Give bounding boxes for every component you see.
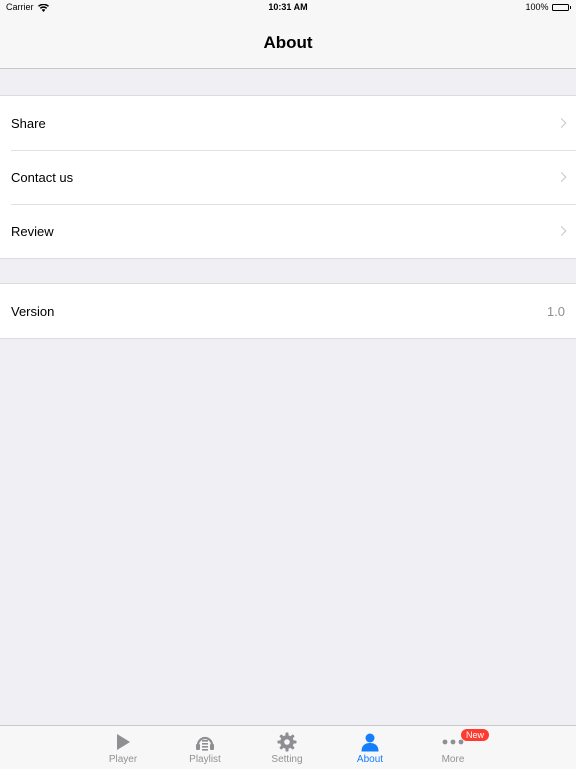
gear-icon [252, 732, 322, 752]
contact-us-label: Contact us [11, 169, 74, 185]
playlist-icon [170, 732, 240, 752]
chevron-right-icon [556, 226, 567, 236]
chevron-right-icon [556, 172, 567, 182]
version-value: 1.0 [546, 303, 565, 319]
navigation-bar: About [0, 15, 576, 69]
version-row: Version 1.0 [0, 284, 576, 338]
play-icon [88, 732, 158, 752]
version-label: Version [11, 303, 55, 319]
tab-player-label: Player [108, 754, 138, 765]
tab-more-label: More [441, 754, 465, 765]
tab-more[interactable]: New More [418, 726, 490, 769]
tab-setting-label: Setting [271, 754, 303, 765]
new-badge: New [461, 729, 490, 741]
status-bar: Carrier 10:31 AM 100% [0, 0, 576, 15]
battery-icon [551, 4, 571, 11]
status-right: 100% [525, 0, 571, 15]
tab-playlist-label: Playlist [189, 754, 221, 765]
page-title: About [263, 33, 313, 52]
tab-playlist[interactable]: Playlist [170, 726, 240, 769]
tab-about[interactable]: About [335, 726, 405, 769]
contact-us-row[interactable]: Contact us [0, 150, 576, 204]
review-row[interactable]: Review [0, 204, 576, 258]
tab-player[interactable]: Player [88, 726, 158, 769]
tab-setting[interactable]: Setting [252, 726, 322, 769]
table-section-info: Version 1.0 [0, 283, 576, 339]
tab-bar: Player Playlist Setting About New More [0, 725, 576, 769]
status-time: 10:31 AM [268, 2, 308, 12]
share-label: Share [11, 115, 46, 131]
tab-about-label: About [356, 754, 384, 765]
battery-percent: 100% [525, 2, 549, 12]
chevron-right-icon [556, 118, 567, 128]
share-row[interactable]: Share [0, 96, 576, 150]
person-icon [335, 732, 405, 752]
review-label: Review [11, 223, 54, 239]
table-section-links: Share Contact us Review [0, 95, 576, 259]
